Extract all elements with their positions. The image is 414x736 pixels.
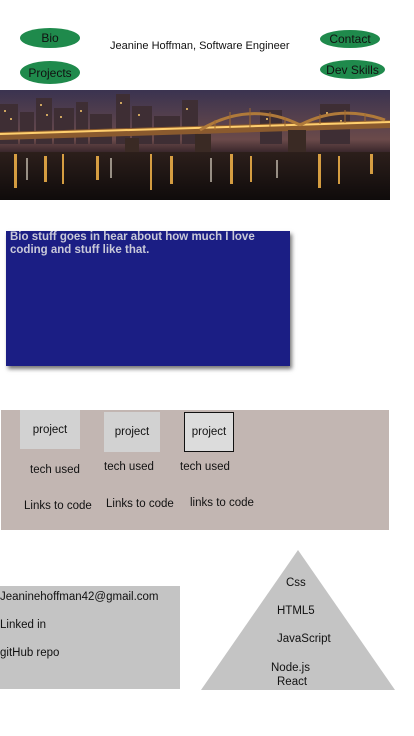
skill-react: React — [277, 676, 308, 688]
project-links-to-code-3[interactable]: links to code — [190, 497, 254, 509]
contact-github-link[interactable]: gitHub repo — [0, 647, 59, 659]
skill-javascript: JavaScript — [277, 633, 331, 645]
skill-css: Css — [286, 577, 306, 589]
project-tech-used-1: tech used — [30, 464, 80, 476]
nav-dev-skills-button[interactable]: Dev Skills — [320, 60, 385, 79]
project-links-to-code-2[interactable]: Links to code — [106, 498, 174, 510]
contact-email-link[interactable]: Jeaninehoffman42@gmail.com — [0, 591, 159, 603]
bio-card: Bio stuff goes in hear about how much I … — [6, 231, 290, 366]
project-tech-used-2: tech used — [104, 461, 154, 473]
contact-linkedin-link[interactable]: Linked in — [0, 619, 46, 631]
page-title: Jeanine Hoffman, Software Engineer — [110, 40, 290, 52]
project-card-2[interactable]: project — [104, 412, 160, 452]
bio-text: Bio stuff goes in hear about how much I … — [10, 231, 255, 256]
project-card-1[interactable]: project — [20, 410, 80, 449]
skill-html5: HTML5 — [277, 605, 315, 617]
nav-bio-button[interactable]: Bio — [20, 28, 80, 48]
project-card-3[interactable]: project — [184, 412, 234, 452]
contact-panel: Jeaninehoffman42@gmail.com Linked in git… — [0, 586, 180, 689]
project-links-to-code-1[interactable]: Links to code — [24, 500, 92, 512]
nav-contact-button[interactable]: Contact — [320, 30, 380, 48]
project-tech-used-3: tech used — [180, 461, 230, 473]
nav-projects-button[interactable]: Projects — [20, 61, 80, 84]
hero-city-bridge-image — [0, 90, 390, 200]
skill-nodejs: Node.js — [271, 662, 310, 674]
